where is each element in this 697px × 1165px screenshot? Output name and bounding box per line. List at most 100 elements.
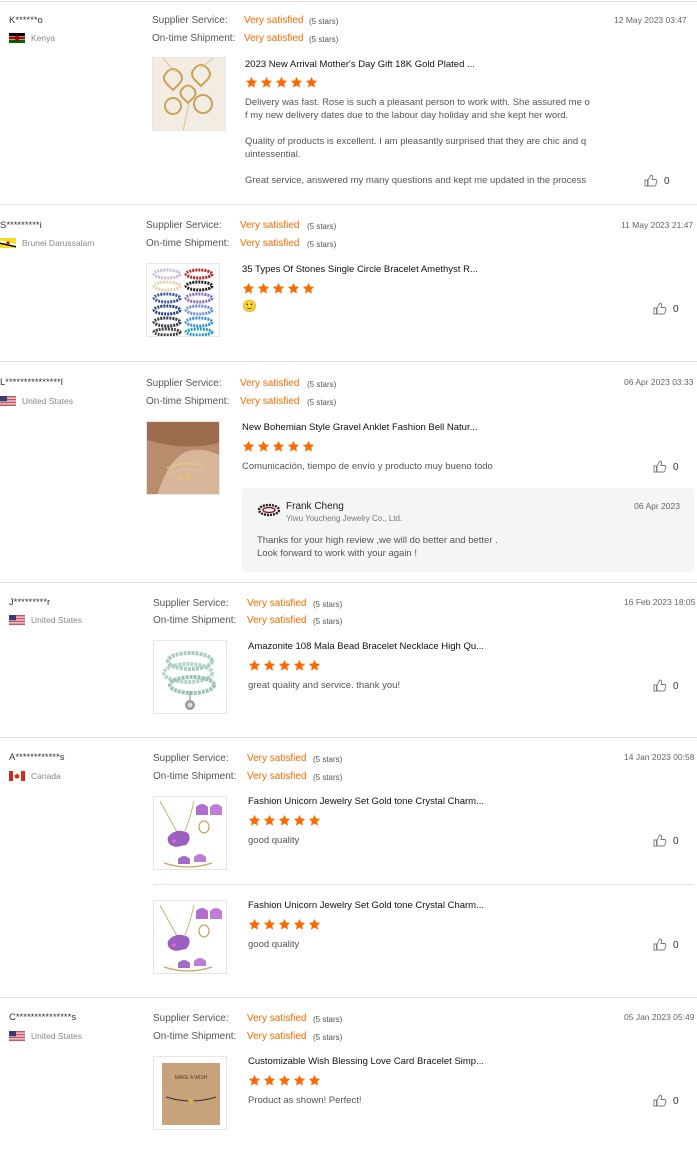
text-line: 🙂	[242, 299, 257, 313]
like-button[interactable]: 0	[653, 938, 687, 954]
like-count: 0	[664, 176, 670, 187]
ontime-shipment-label: On-time Shipment:	[153, 771, 237, 782]
reviewer-name: A************s	[9, 752, 65, 763]
like-button[interactable]: 0	[653, 302, 687, 318]
thumbs-up-icon	[653, 302, 667, 315]
product-thumbnail[interactable]	[146, 421, 220, 495]
star-icon	[290, 76, 303, 88]
ontime-shipment-rating: Very satisfied	[240, 238, 300, 249]
supplier-service-rating: Very satisfied	[247, 598, 307, 609]
review-separator	[0, 582, 697, 583]
star-icon	[293, 659, 306, 671]
supplier-reply: Frank Cheng Yiwu Youcheng Jewelry Co., L…	[242, 488, 694, 572]
text-line: Thanks for your high review ,we will do …	[257, 535, 498, 546]
star-icon	[302, 440, 315, 452]
thumbs-up-icon	[653, 938, 667, 951]
review-date: 16 Feb 2023 18:05	[624, 597, 696, 607]
product-thumbnail[interactable]	[152, 57, 226, 131]
ontime-shipment-stars: (5 stars)	[313, 617, 343, 626]
product-thumbnail[interactable]	[146, 263, 220, 337]
star-icon	[278, 659, 291, 671]
like-button[interactable]: 0	[653, 1094, 687, 1110]
review-date: 14 Jan 2023 00:58	[624, 752, 695, 762]
reviewer-country: United States	[22, 396, 74, 406]
thumbs-up-icon	[653, 834, 667, 847]
ontime-shipment-rating: Very satisfied	[247, 771, 307, 782]
item-star-rating	[242, 440, 317, 454]
review-date: 06 Apr 2023 03:33	[624, 377, 694, 387]
us-flag-icon	[0, 396, 16, 406]
us-flag-icon	[9, 1031, 25, 1041]
supplier-service-label: Supplier Service:	[146, 220, 222, 231]
like-button[interactable]: 0	[653, 834, 687, 850]
review-text: Product as shown! Perfect!	[248, 1094, 608, 1107]
product-thumbnail[interactable]	[153, 640, 227, 714]
product-title-link[interactable]: 2023 New Arrival Mother's Day Gift 18K G…	[245, 59, 475, 70]
reviewer-name: J*********r	[9, 597, 51, 608]
text-line	[245, 161, 605, 174]
supplier-service-stars: (5 stars)	[313, 755, 343, 764]
star-icon	[287, 282, 300, 294]
like-count: 0	[673, 940, 679, 951]
star-icon	[263, 659, 276, 671]
ontime-shipment-stars: (5 stars)	[307, 398, 337, 407]
review-text: good quality	[248, 834, 608, 847]
product-thumbnail[interactable]	[153, 900, 227, 974]
ontime-shipment-label: On-time Shipment:	[146, 396, 230, 407]
supplier-service-label: Supplier Service:	[153, 598, 229, 609]
item-star-rating	[248, 814, 323, 828]
star-icon	[263, 1074, 276, 1086]
item-star-rating	[242, 282, 317, 296]
us-flag-icon	[9, 615, 25, 625]
like-count: 0	[673, 681, 679, 692]
brunei-flag-icon	[0, 238, 16, 248]
review-text: Comunicación, tiempo de envío y producto…	[242, 460, 622, 473]
ontime-shipment-stars: (5 stars)	[313, 773, 343, 782]
review-text: good quality	[248, 938, 608, 951]
text-line: f my new delivery dates due to the labou…	[245, 110, 569, 121]
ontime-shipment-stars: (5 stars)	[309, 35, 339, 44]
star-icon	[278, 1074, 291, 1086]
supplier-logo-icon	[257, 501, 281, 519]
star-icon	[278, 814, 291, 826]
reviewer-country: Canada	[31, 771, 61, 781]
product-title-link[interactable]: 35 Types Of Stones Single Circle Bracele…	[242, 264, 478, 275]
supplier-service-label: Supplier Service:	[153, 753, 229, 764]
supplier-company: Yiwu Youcheng Jewelry Co., Ltd.	[286, 514, 403, 523]
text-line: Product as shown! Perfect!	[248, 1095, 362, 1106]
ontime-shipment-label: On-time Shipment:	[153, 1031, 237, 1042]
canada-flag-icon	[9, 771, 25, 781]
product-title-link[interactable]: New Bohemian Style Gravel Anklet Fashion…	[242, 422, 478, 433]
like-count: 0	[673, 304, 679, 315]
item-star-rating	[248, 659, 323, 673]
thumbs-up-icon	[653, 679, 667, 692]
product-title-link[interactable]: Fashion Unicorn Jewelry Set Gold tone Cr…	[248, 796, 484, 807]
text-line: uintessential.	[245, 149, 301, 160]
star-icon	[248, 814, 261, 826]
reviewer-country: United States	[31, 615, 83, 625]
review-text: Delivery was fast. Rose is such a pleasa…	[245, 96, 605, 187]
product-thumbnail[interactable]	[153, 796, 227, 870]
like-button[interactable]: 0	[653, 679, 687, 695]
text-line: great quality and service. thank you!	[248, 680, 401, 691]
star-icon	[242, 440, 255, 452]
like-button[interactable]: 0	[644, 174, 678, 190]
ontime-shipment-stars: (5 stars)	[307, 240, 337, 249]
text-line: Look forward to work with your again !	[257, 548, 417, 559]
text-line: good quality	[248, 939, 300, 950]
product-title-link[interactable]: Customizable Wish Blessing Love Card Bra…	[248, 1056, 484, 1067]
supplier-service-label: Supplier Service:	[152, 15, 228, 26]
ontime-shipment-rating: Very satisfied	[247, 1031, 307, 1042]
star-icon	[308, 1074, 321, 1086]
thumbs-up-icon	[653, 460, 667, 473]
product-thumbnail[interactable]: MAKE A WISH	[153, 1056, 227, 1130]
like-button[interactable]: 0	[653, 460, 687, 476]
product-title-link[interactable]: Fashion Unicorn Jewelry Set Gold tone Cr…	[248, 900, 484, 911]
star-icon	[293, 814, 306, 826]
thumbs-up-icon	[653, 1094, 667, 1107]
item-separator	[153, 884, 694, 885]
reviewer-country: Kenya	[31, 33, 56, 43]
supplier-service-stars: (5 stars)	[309, 17, 339, 26]
product-title-link[interactable]: Amazonite 108 Mala Bead Bracelet Necklac…	[248, 641, 484, 652]
reviewer-name: C***************s	[9, 1012, 77, 1023]
